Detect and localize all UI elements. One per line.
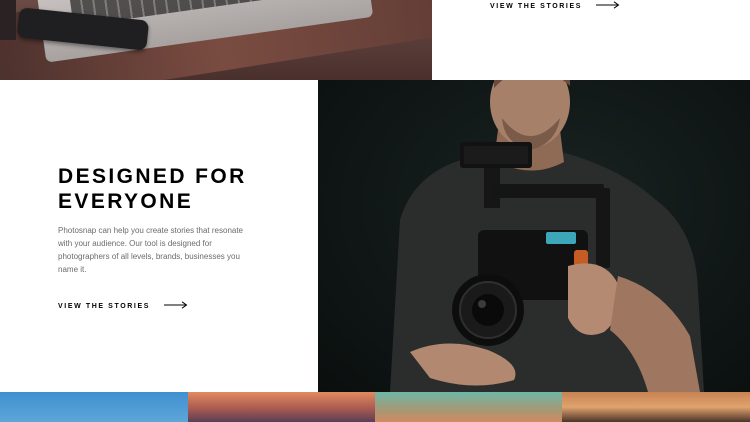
arrow-right-icon (595, 1, 620, 11)
view-stories-link[interactable]: VIEW THE STORIES (58, 301, 188, 311)
feature-text-panel: DESIGNED FOR EVERYONE Photosnap can help… (0, 80, 318, 392)
gallery-tile-2[interactable] (188, 392, 375, 422)
story-card-top: VIEW THE STORIES (432, 0, 750, 80)
device-edge (0, 0, 16, 40)
view-stories-label: VIEW THE STORIES (58, 302, 150, 310)
arrow-right-icon (163, 301, 188, 311)
gallery-tile-3[interactable] (375, 392, 562, 422)
view-stories-label: VIEW THE STORIES (490, 2, 582, 10)
photographer-camera-photo (318, 80, 750, 392)
gallery-tile-4[interactable] (562, 392, 750, 422)
gallery-tile-1[interactable] (0, 392, 188, 422)
feature-heading: DESIGNED FOR EVERYONE (58, 165, 247, 213)
view-stories-link-top[interactable]: VIEW THE STORIES (490, 1, 620, 11)
laptop-desk-photo (0, 0, 432, 80)
feature-description: Photosnap can help you create stories th… (58, 226, 244, 274)
photographer-illustration (390, 80, 704, 392)
